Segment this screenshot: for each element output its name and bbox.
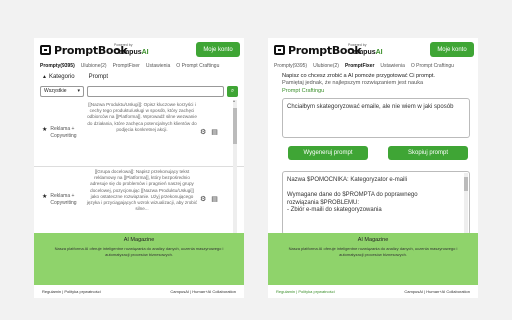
category-select-value: Wszystkie	[44, 88, 67, 94]
output-line: - Zbiór e-maili do skategoryzowania	[287, 207, 382, 214]
generated-prompt-output[interactable]: Nazwa $POMOCNIKA: Kategoryzator e-maili …	[282, 171, 470, 235]
powered-by-label: Powered by	[114, 43, 133, 47]
gear-icon[interactable]: ⚙	[200, 195, 206, 203]
column-category[interactable]: Kategorio	[49, 74, 75, 80]
banner-title: AI Magazine	[357, 237, 389, 243]
banner-description: Nasza platforma AI oferuje inteligentne …	[54, 246, 224, 257]
scrollbar-thumb[interactable]	[464, 177, 468, 191]
generator-intro: Napisz co chcesz zrobić a AI pomoże przy…	[282, 73, 472, 95]
tab-prompts[interactable]: Prompty(9395)	[274, 63, 307, 71]
banner-description: Nasza platforma AI oferuje inteligentne …	[288, 246, 458, 257]
column-prompt[interactable]: Prompt	[89, 74, 108, 80]
table-header: ▲ Kategorio Prompt	[42, 73, 108, 81]
category-select[interactable]: Wszystkie ▾	[40, 85, 84, 97]
footer-links[interactable]: Regulamin | Polityka prywatności	[42, 289, 101, 294]
search-button[interactable]: ⌕	[227, 85, 238, 97]
scrollbar-thumb[interactable]	[233, 108, 237, 144]
request-textarea[interactable]: Chciałbym skategoryzować emaile, ale nie…	[282, 98, 470, 138]
sort-arrow-icon[interactable]: ▲	[42, 74, 47, 80]
copy-prompt-button[interactable]: Skopiuj prompt	[388, 146, 468, 160]
logo-icon	[274, 45, 285, 55]
prompt-text: [[Nazwa Produktu/Usługi]]: Opisz kluczow…	[87, 102, 197, 132]
intro-hint: Pamiętaj jednak, że najlepszym rozwiązan…	[282, 80, 424, 87]
powered-by: Powered by CampusAI	[114, 43, 149, 56]
powered-by: Powered by CampusAI	[348, 43, 383, 56]
output-line: rozwiązania $PROBLEMU:	[287, 199, 360, 206]
search-icon: ⌕	[230, 87, 235, 94]
tab-favorites[interactable]: Ulubione(2)	[313, 63, 339, 71]
prompt-list: ★ Reklama + Copywriting [[Nazwa Produktu…	[34, 100, 244, 233]
prompt-library-panel: PromptBook Powered by CampusAI Moje kont…	[34, 38, 244, 298]
prompt-generator-panel: PromptBook Powered by CampusAI Moje kont…	[268, 38, 478, 298]
row-actions: ⚙ ▤	[200, 128, 218, 136]
company-name: CampusAI	[348, 48, 383, 56]
footer: Regulamin | Polityka prywatności CampusA…	[268, 285, 478, 298]
footer: Regulamin | Polityka prywatności CampusA…	[34, 285, 244, 298]
tab-settings[interactable]: Ustawienia	[380, 63, 404, 71]
list-item[interactable]: ★ Reklama + Copywriting [[Nazwa Produktu…	[34, 102, 244, 164]
scrollbar[interactable]	[464, 173, 468, 233]
ai-magazine-banner[interactable]: AI Magazine Nasza platforma AI oferuje i…	[268, 233, 478, 285]
banner-title: AI Magazine	[123, 237, 155, 243]
account-button[interactable]: Moje konto	[196, 42, 240, 57]
app-header: PromptBook Powered by CampusAI Moje kont…	[268, 38, 478, 62]
row-actions: ⚙ ▤	[200, 195, 218, 203]
scrollbar[interactable]	[233, 98, 237, 233]
search-input[interactable]	[87, 85, 224, 97]
intro-question: Napisz co chcesz zrobić a AI pomoże przy…	[282, 73, 435, 79]
prompt-text: [[Grupa docelowa]]: Napisz przekonujący …	[86, 169, 198, 212]
list-item[interactable]: ★ Reklama + Copywriting [[Grupa docelowa…	[34, 169, 244, 233]
company-name: CampusAI	[114, 48, 149, 56]
divider	[34, 166, 244, 167]
powered-by-label: Powered by	[348, 43, 367, 47]
nav-tabs: Prompty(9395) Ulubione(2) PromptFixer Us…	[274, 63, 454, 71]
output-line: Wymagane dane do $PROMPTA do poprawnego	[287, 192, 418, 199]
generate-prompt-button[interactable]: Wygeneruj prompt	[288, 146, 368, 160]
nav-tabs: Prompty(9395) Ulubione(2) PromptFixer Us…	[40, 63, 219, 71]
tab-favorites[interactable]: Ulubione(2)	[81, 63, 107, 71]
footer-brand: CampusAI | Human+AI Collaboration	[404, 289, 470, 294]
tab-about[interactable]: O Prompt Craftingu	[176, 63, 219, 71]
output-line: Nazwa $POMOCNIKA: Kategoryzator e-maili	[287, 177, 408, 183]
footer-links[interactable]: Regulamin | Polityka prywatności	[276, 289, 335, 294]
star-icon[interactable]: ★	[42, 193, 47, 201]
tab-prompts[interactable]: Prompty(9395)	[40, 63, 75, 71]
tab-promptfixer[interactable]: PromptFixer	[345, 63, 374, 71]
tab-promptfixer[interactable]: PromptFixer	[113, 63, 140, 71]
document-icon[interactable]: ▤	[211, 128, 218, 136]
category-label: Reklama + Copywriting	[50, 193, 77, 206]
account-button[interactable]: Moje konto	[430, 42, 474, 57]
tab-settings[interactable]: Ustawienia	[146, 63, 170, 71]
ai-magazine-banner[interactable]: AI Magazine Nasza platforma AI oferuje i…	[34, 233, 244, 285]
footer-brand: CampusAI | Human+AI Collaboration	[170, 289, 236, 294]
filter-bar: Wszystkie ▾ ⌕	[40, 85, 238, 97]
gear-icon[interactable]: ⚙	[200, 128, 206, 136]
document-icon[interactable]: ▤	[211, 195, 218, 203]
category-label: Reklama + Copywriting	[50, 126, 77, 139]
prompt-crafting-link[interactable]: Prompt Craftingu	[282, 88, 472, 95]
chevron-down-icon: ▾	[77, 88, 80, 94]
tab-about[interactable]: O Prompt Craftingu	[411, 63, 454, 71]
row-category: ★ Reklama + Copywriting	[42, 193, 86, 207]
app-header: PromptBook Powered by CampusAI Moje kont…	[34, 38, 244, 62]
logo-icon	[40, 45, 51, 55]
star-icon[interactable]: ★	[42, 126, 47, 134]
row-category: ★ Reklama + Copywriting	[42, 126, 86, 140]
generator-actions: Wygeneruj prompt Skopiuj prompt	[288, 146, 468, 160]
